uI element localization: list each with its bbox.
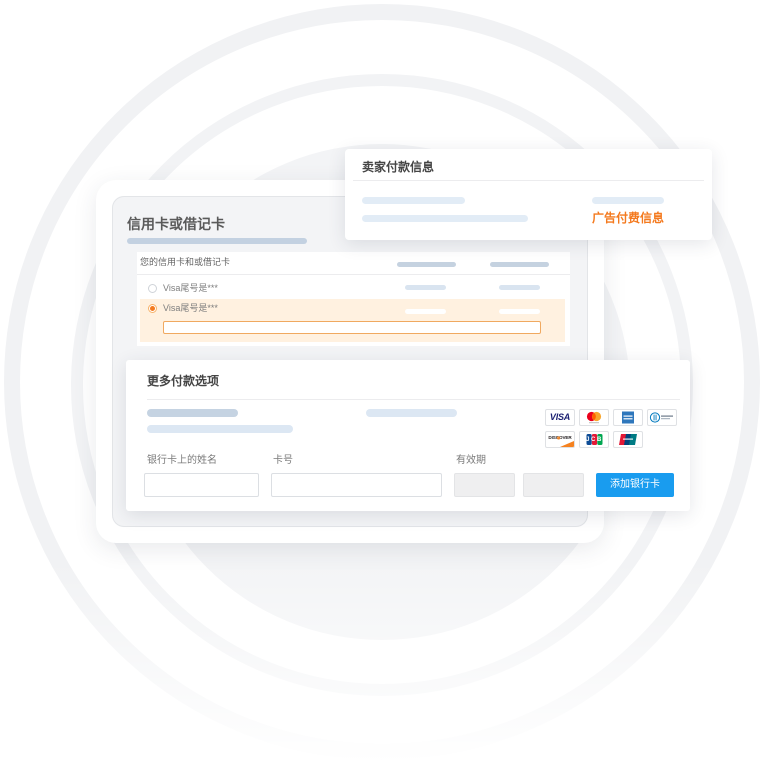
table-row-selected[interactable]: Visa尾号是*** (140, 299, 565, 342)
placeholder-bar (362, 197, 465, 204)
placeholder-bar (499, 285, 540, 290)
placeholder-bar (127, 238, 307, 244)
placeholder-bar (366, 409, 457, 417)
placeholder-bar (405, 309, 446, 314)
seller-payment-card: 卖家付款信息 广告付费信息 (345, 149, 712, 240)
add-card-button[interactable]: 添加银行卡 (596, 473, 674, 497)
more-options-title: 更多付款选项 (147, 374, 220, 388)
radio-button[interactable] (148, 304, 157, 313)
placeholder-bar (397, 262, 456, 267)
cardholder-name-input[interactable] (144, 473, 259, 497)
card-number-label: 卡号 (273, 455, 293, 466)
security-code-input[interactable] (163, 321, 541, 334)
visa-logo: VISA (545, 409, 575, 426)
expiry-month-select[interactable] (454, 473, 515, 497)
placeholder-bar (362, 215, 528, 222)
placeholder-bar (490, 262, 549, 267)
divider (147, 399, 680, 400)
panel-title: 信用卡或借记卡 (127, 216, 225, 232)
seller-payment-title: 卖家付款信息 (362, 160, 435, 174)
unionpay-logo (613, 431, 643, 448)
cardholder-name-label: 银行卡上的姓名 (147, 455, 217, 466)
more-payment-options-card: 更多付款选项 VISA JCB 银行卡上的姓名 卡号 有效期 添加银行卡 (126, 360, 690, 511)
table-header-label: 您的信用卡和或借记卡 (140, 257, 231, 267)
placeholder-bar (147, 425, 293, 433)
jcb-logo: JCB (579, 431, 609, 448)
placeholder-bar (592, 197, 664, 204)
illustration-stage: 信用卡或借记卡 您的信用卡和或借记卡 Visa尾号是*** Visa尾号是***… (0, 0, 764, 764)
card-label: Visa尾号是*** (163, 283, 218, 293)
expiry-year-select[interactable] (523, 473, 584, 497)
ad-billing-link[interactable]: 广告付费信息 (592, 210, 664, 226)
divider (137, 274, 570, 275)
card-label: Visa尾号是*** (163, 303, 218, 313)
divider (353, 180, 704, 181)
card-number-input[interactable] (271, 473, 442, 497)
table-row[interactable]: Visa尾号是*** (137, 276, 570, 298)
discover-logo: DISCOVER (545, 431, 575, 448)
radio-button[interactable] (148, 284, 157, 293)
placeholder-bar (499, 309, 540, 314)
placeholder-bar (147, 409, 238, 417)
saved-cards-table: 您的信用卡和或借记卡 Visa尾号是*** Visa尾号是*** (137, 252, 570, 346)
expiry-label: 有效期 (456, 455, 486, 466)
placeholder-bar (405, 285, 446, 290)
mastercard-logo (579, 409, 609, 426)
amex-logo (613, 409, 643, 426)
diners-club-logo (647, 409, 677, 426)
